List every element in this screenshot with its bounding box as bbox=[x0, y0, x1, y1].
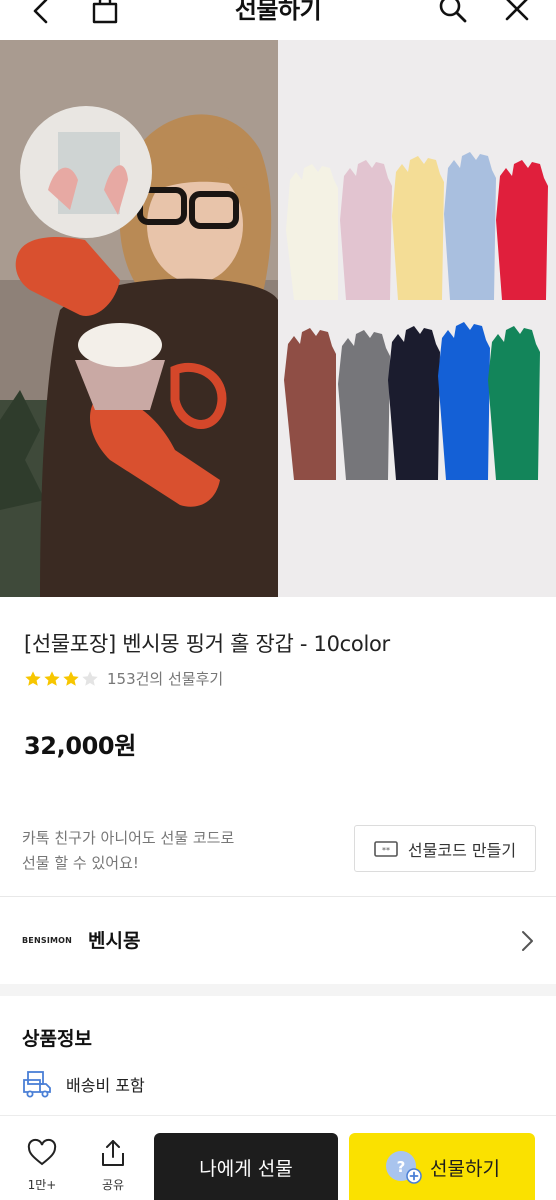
svg-text:**: ** bbox=[382, 846, 390, 855]
star-filled-icon bbox=[25, 670, 41, 686]
svg-text:?: ? bbox=[397, 1158, 406, 1176]
page-title: 선물하기 bbox=[234, 0, 322, 24]
product-photo bbox=[0, 40, 556, 597]
brand-logo: BENSIMON bbox=[22, 936, 73, 945]
share-label: 공유 bbox=[101, 1178, 125, 1192]
divider bbox=[0, 896, 556, 897]
shipping-info: 배송비 포함 bbox=[22, 1070, 145, 1098]
bottom-action-bar: 1만+ 공유 나에게 선물 ? 선물하기 bbox=[0, 1115, 556, 1200]
brand-name: 벤시몽 bbox=[88, 930, 141, 952]
delivery-truck-icon bbox=[23, 1071, 51, 1098]
heart-icon bbox=[27, 1138, 57, 1166]
send-gift-label: 선물하기 bbox=[430, 1157, 500, 1180]
close-icon[interactable] bbox=[500, 0, 534, 26]
product-info-heading: 상품정보 bbox=[22, 1028, 92, 1050]
create-gift-code-button[interactable]: ** 선물코드 만들기 bbox=[354, 825, 536, 872]
review-count[interactable]: 153건의 선물후기 bbox=[107, 668, 223, 689]
rating-row[interactable]: 153건의 선물후기 bbox=[24, 668, 223, 689]
section-separator bbox=[0, 984, 556, 996]
glove-swatches-bottom bbox=[284, 322, 540, 480]
gift-code-desc-line: 선물 할 수 있어요! bbox=[22, 854, 139, 872]
search-icon[interactable] bbox=[436, 0, 470, 26]
gift-code-description: 카톡 친구가 아니어도 선물 코드로 선물 할 수 있어요! bbox=[22, 826, 234, 876]
star-rating bbox=[24, 670, 99, 688]
gift-to-me-label: 나에게 선물 bbox=[199, 1157, 293, 1180]
shipping-label: 배송비 포함 bbox=[66, 1076, 145, 1095]
star-filled-icon bbox=[63, 670, 79, 686]
star-empty-icon bbox=[82, 670, 98, 686]
star-filled-icon bbox=[44, 670, 60, 686]
send-gift-button[interactable]: ? 선물하기 bbox=[349, 1133, 535, 1200]
product-image-carousel[interactable] bbox=[0, 40, 556, 597]
share-icon bbox=[102, 1140, 124, 1166]
product-title: [선물포장] 벤시몽 핑거 홀 장갑 - 10color bbox=[24, 632, 390, 656]
glove-swatches-top bbox=[286, 152, 548, 300]
gift-plus-icon: ? bbox=[386, 1151, 422, 1184]
product-price: 32,000원 bbox=[24, 732, 136, 760]
like-count: 1만+ bbox=[27, 1178, 57, 1192]
create-gift-code-label: 선물코드 만들기 bbox=[407, 840, 517, 860]
gift-to-me-button[interactable]: 나에게 선물 bbox=[154, 1133, 338, 1200]
like-button[interactable]: 1만+ bbox=[20, 1138, 64, 1193]
share-button[interactable]: 공유 bbox=[91, 1138, 135, 1193]
top-bar: 선물하기 bbox=[0, 0, 556, 40]
brand-row[interactable]: BENSIMON 벤시몽 bbox=[0, 898, 556, 984]
ticket-icon: ** bbox=[374, 840, 398, 857]
gift-code-desc-line: 카톡 친구가 아니어도 선물 코드로 bbox=[22, 829, 235, 847]
chevron-right-icon bbox=[522, 931, 533, 951]
